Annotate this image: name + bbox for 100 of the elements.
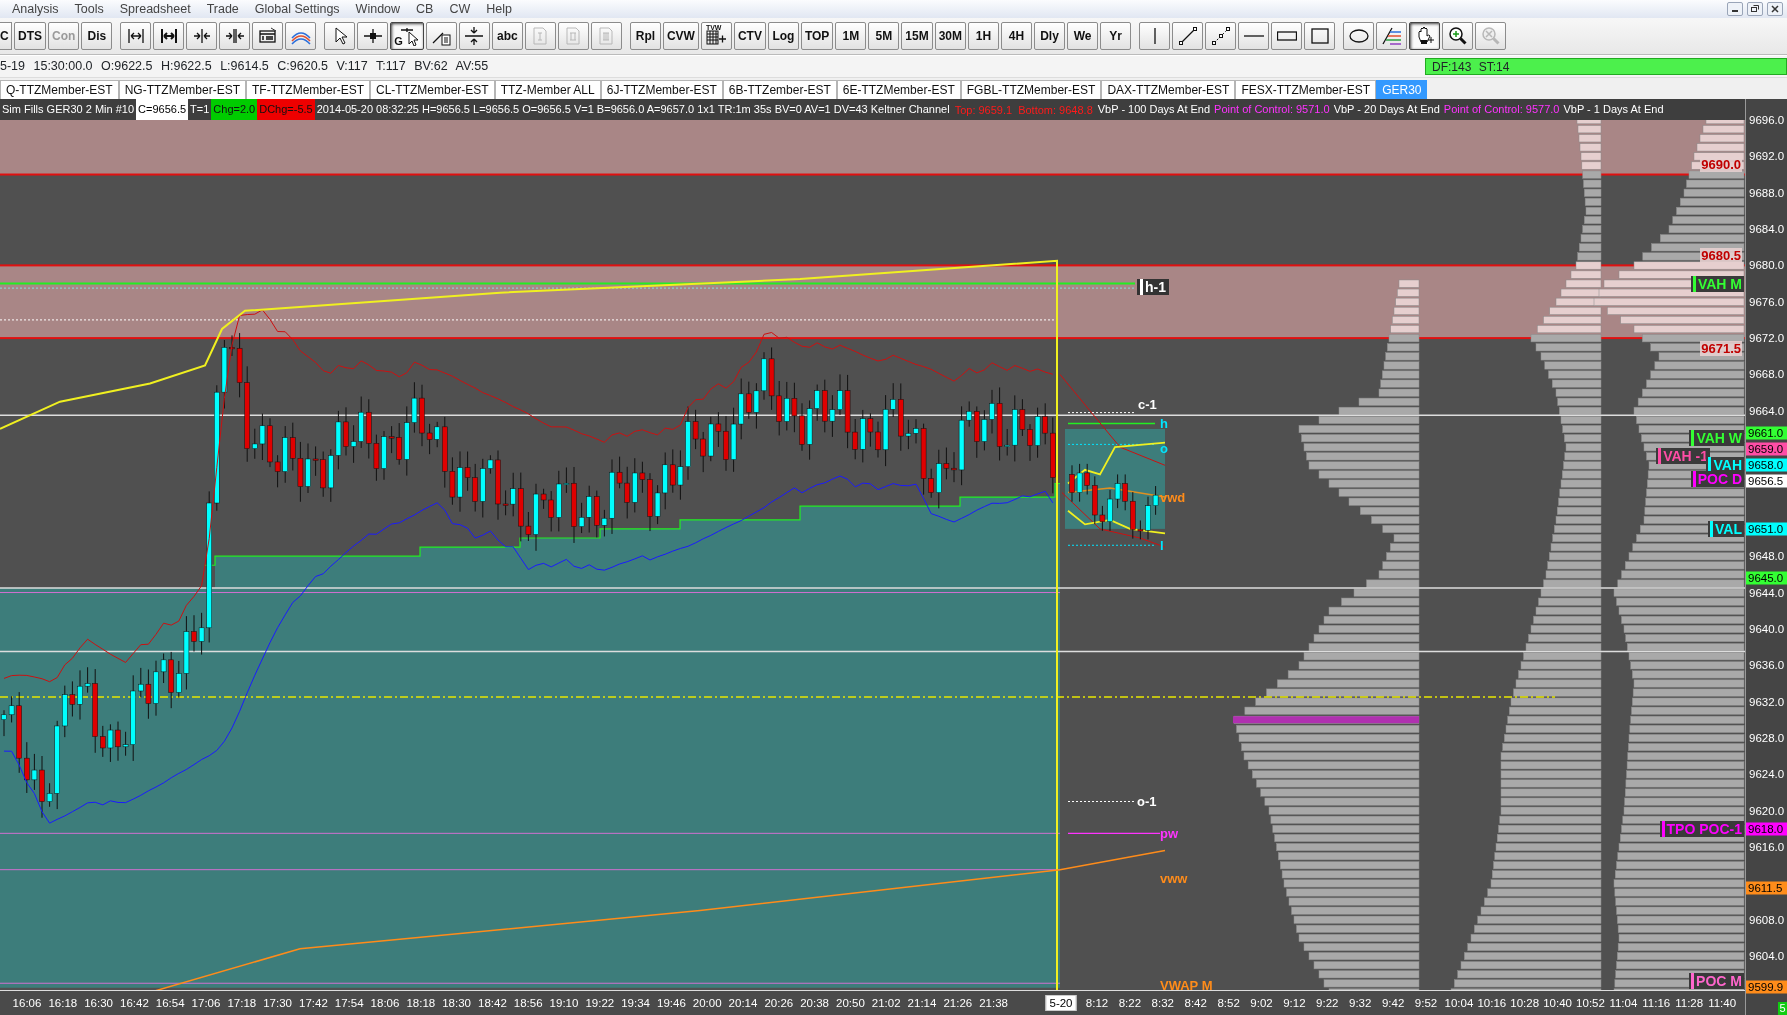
time-axis-label: 11:40 xyxy=(1708,996,1737,1010)
chart-tab[interactable]: 6E-TTZMember-EST xyxy=(836,80,961,99)
toolbar-button[interactable] xyxy=(1304,22,1336,50)
time-axis-label: 17:06 xyxy=(191,996,221,1010)
toolbar-button[interactable]: Dis xyxy=(81,22,113,50)
level-label: VAL xyxy=(1710,521,1742,537)
toolbar-button[interactable] xyxy=(357,22,389,50)
toolbar-button[interactable] xyxy=(1172,22,1204,50)
dotted-line-icon xyxy=(1210,26,1231,46)
toolbar-button[interactable]: Yr xyxy=(1100,22,1132,50)
price-axis-label: 9684.0 xyxy=(1749,222,1785,236)
menu-item[interactable]: Spreadsheet xyxy=(111,0,199,18)
line-label: o-1 xyxy=(1137,794,1157,809)
restore-button[interactable] xyxy=(1747,2,1763,16)
price-axis-label: 9636.0 xyxy=(1749,658,1785,672)
time-axis-label: 9:32 xyxy=(1349,996,1372,1010)
menu-item[interactable]: Help xyxy=(478,0,520,18)
menu-item[interactable]: Tools xyxy=(66,0,112,18)
toolbar-button[interactable] xyxy=(324,22,356,50)
chart-tab[interactable]: DAX-TTZMember-EST xyxy=(1101,80,1236,99)
toolbar-button[interactable] xyxy=(120,22,152,50)
toolbar-button[interactable]: We xyxy=(1067,22,1099,50)
chart-tab[interactable]: 6J-TTZMember-EST xyxy=(600,80,723,99)
toolbar-button[interactable]: Dly xyxy=(1034,22,1066,50)
close-button[interactable] xyxy=(1767,2,1783,16)
toolbar-button[interactable]: 30M xyxy=(934,22,967,50)
time-axis-label: 8:42 xyxy=(1184,996,1207,1010)
toolbar-button[interactable] xyxy=(1205,22,1237,50)
menu-item[interactable]: CW xyxy=(441,0,479,18)
time-axis-label: 10:40 xyxy=(1543,996,1572,1010)
chart-tab[interactable]: NG-TTZMember-EST xyxy=(118,80,246,99)
time-axis-label: 8:52 xyxy=(1217,996,1240,1010)
chart-tab[interactable]: 6B-TTZember-EST xyxy=(722,80,837,99)
toolbar-button[interactable]: G xyxy=(390,22,424,50)
chart-tab[interactable]: CL-TTZMember-EST xyxy=(370,80,495,99)
toolbar-button[interactable]: CVW xyxy=(662,22,699,50)
price-axis-label: 9676.0 xyxy=(1749,295,1785,309)
line-label: o xyxy=(1160,440,1168,456)
menu-item[interactable]: Global Settings xyxy=(246,0,348,18)
toolbar-button[interactable]: DTS xyxy=(14,22,46,50)
toolbar-button[interactable]: C xyxy=(0,22,12,50)
time-axis-label: 21:26 xyxy=(943,996,973,1010)
time-axis-label: 9:02 xyxy=(1250,996,1273,1010)
time-axis-label: 21:38 xyxy=(979,996,1008,1010)
time-axis-label: 20:50 xyxy=(836,996,865,1010)
chart-tab[interactable]: FESX-TTZMember-EST xyxy=(1235,80,1377,99)
line-label: h xyxy=(1160,416,1168,431)
ellipse-icon xyxy=(1348,26,1369,46)
horizontal-line-icon xyxy=(1243,34,1264,38)
toolbar-button[interactable]: 1M xyxy=(835,22,867,50)
toolbar-button[interactable]: abc xyxy=(491,22,523,50)
toolbar-button[interactable] xyxy=(1343,22,1375,50)
toolbar-button[interactable] xyxy=(1409,22,1441,50)
time-axis-label: 18:30 xyxy=(442,996,471,1010)
menu-item[interactable]: Window xyxy=(347,0,409,18)
time-axis-label: 9:52 xyxy=(1414,996,1438,1010)
price-axis-label: 9604.0 xyxy=(1749,949,1785,963)
time-axis-label: 8:22 xyxy=(1118,996,1142,1010)
chart-info-text: DChg=-5.5 xyxy=(257,99,315,120)
menu-item[interactable]: Analysis xyxy=(4,0,67,18)
toolbar-button[interactable]: Log xyxy=(767,22,799,50)
chart-tab[interactable]: Q-TTZMember-EST xyxy=(0,80,119,99)
price-axis-label: 9648.0 xyxy=(1749,549,1785,563)
time-axis-label: 18:42 xyxy=(478,996,507,1010)
toolbar-button[interactable] xyxy=(186,22,218,50)
toolbar-button[interactable] xyxy=(153,22,185,50)
time-axis-label: 10:04 xyxy=(1444,996,1474,1010)
toolbar-button[interactable] xyxy=(1238,22,1270,50)
chart-tab[interactable]: TTZ-Member ALL xyxy=(494,80,601,99)
menu-item[interactable]: CB xyxy=(408,0,442,18)
toolbar-button[interactable]: 5M xyxy=(868,22,900,50)
width-icon xyxy=(158,26,179,46)
toolbar-button[interactable]: 1H xyxy=(968,22,1000,50)
time-axis-label: 17:18 xyxy=(227,996,257,1010)
price-axis-label: 9664.0 xyxy=(1749,404,1785,418)
time-axis-label: 11:04 xyxy=(1609,996,1638,1010)
quote-text: 5-19 15:30:00.0 O:9622.5 H:9622.5 L:9614.5 C:9620.5 V:117 T:117 BV:62 AV:55 xyxy=(0,58,489,76)
toolbar-button[interactable] xyxy=(1139,22,1171,50)
toolbar-button[interactable]: TOP xyxy=(800,22,834,50)
level-label: POC D xyxy=(1692,471,1742,487)
toolbar-button[interactable] xyxy=(458,22,490,50)
toolbar-button[interactable] xyxy=(1271,22,1303,50)
chart-tab[interactable]: TF-TTZMember-EST xyxy=(246,80,370,99)
chart-tab[interactable]: FGBL-TTZMember-EST xyxy=(960,80,1102,99)
toolbar-button[interactable]: Rpl xyxy=(629,22,661,50)
chart-info-text: C=9656.5 xyxy=(136,99,189,120)
toolbar-button[interactable]: 15M xyxy=(901,22,933,50)
level-label: TPO POC-1 xyxy=(1661,821,1742,837)
menu-item[interactable]: Trade xyxy=(198,0,247,18)
toolbar-button[interactable] xyxy=(252,22,284,50)
toolbar-button[interactable]: 4H xyxy=(1001,22,1033,50)
line-label: VWAP M xyxy=(1160,977,1213,993)
minimize-button[interactable] xyxy=(1727,2,1743,16)
time-axis-label: 10:28 xyxy=(1510,996,1540,1010)
toolbar-button[interactable]: CTV xyxy=(733,22,766,50)
toolbar-button[interactable] xyxy=(219,22,251,50)
toolbar-button[interactable] xyxy=(1442,22,1474,50)
chart-info-text: Point of Control: 9571.0 xyxy=(1213,102,1331,117)
level-label: VAH M xyxy=(1692,276,1742,292)
line-label: vww xyxy=(1160,871,1188,887)
